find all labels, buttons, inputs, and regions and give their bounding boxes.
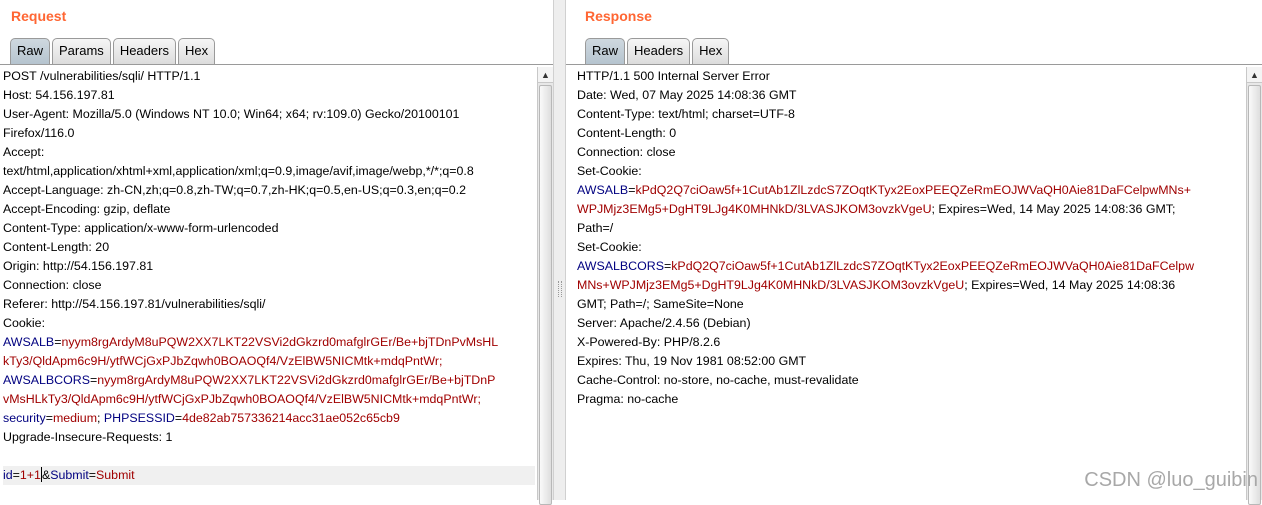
cookie-key: security (3, 411, 46, 425)
request-line: Host: 54.156.197.81 (3, 88, 115, 102)
request-line: Firefox/116.0 (3, 126, 75, 140)
request-tab-raw[interactable]: Raw (10, 38, 51, 64)
response-line: Pragma: no-cache (577, 392, 679, 406)
request-title: Request (11, 8, 67, 24)
cookie-key: AWSALB (3, 335, 55, 349)
cookie-line: security=medium; PHPSESSID=4de82ab757336… (3, 411, 400, 425)
response-tab-raw[interactable]: Raw (585, 38, 626, 64)
cookie-value: medium (52, 411, 98, 425)
cookie-value: kTy3/QldApm6c9H/ytfWCjGxPJbZqwh0BOAOQf4/… (3, 354, 443, 368)
request-scrollbar[interactable]: ▲ (537, 67, 553, 505)
response-line: Expires: Thu, 19 Nov 1981 08:52:00 GMT (577, 354, 807, 368)
response-line: X-Powered-By: PHP/8.2.6 (577, 335, 721, 349)
request-line: Accept-Language: zh-CN,zh;q=0.8,zh-TW;q=… (3, 183, 466, 197)
response-pane: Response Raw Headers Hex HTTP/1.1 500 In… (566, 0, 1262, 505)
set-cookie-line: AWSALBCORS=kPdQ2Q7ciOaw5f+1CutAb1ZlLzdcS… (577, 259, 1195, 273)
cookie-value: kPdQ2Q7ciOaw5f+1CutAb1ZlLzdcS7ZOqtKTyx2E… (671, 259, 1195, 273)
response-title: Response (585, 8, 652, 24)
response-line: HTTP/1.1 500 Internal Server Error (577, 69, 770, 83)
param-amp: & (41, 468, 51, 482)
scroll-up-icon[interactable]: ▲ (1247, 67, 1262, 83)
split-divider[interactable] (553, 0, 566, 500)
cookie-sep: ; (97, 411, 104, 425)
scroll-up-icon[interactable]: ▲ (538, 67, 553, 83)
param-value: Submit (96, 468, 135, 482)
cookie-value: kPdQ2Q7ciOaw5f+1CutAb1ZlLzdcS7ZOqtKTyx2E… (635, 183, 1191, 197)
response-tab-headers[interactable]: Headers (627, 38, 691, 64)
cookie-key: AWSALBCORS (577, 259, 664, 273)
param-value: 1+1 (19, 468, 41, 482)
request-tabbar: Raw Params Headers Hex (10, 38, 217, 64)
response-line: Cache-Control: no-store, no-cache, must-… (577, 373, 859, 387)
param-key: id (3, 468, 13, 482)
cookie-attrs: ; Expires=Wed, 14 May 2025 14:08:36 (964, 278, 1176, 292)
response-scrollbar[interactable]: ▲ (1246, 67, 1262, 505)
cookie-key: AWSALB (577, 183, 629, 197)
response-tab-hex[interactable]: Hex (692, 38, 730, 64)
request-line: Content-Length: 20 (3, 240, 110, 254)
set-cookie-line: AWSALB=kPdQ2Q7ciOaw5f+1CutAb1ZlLzdcS7ZOq… (577, 183, 1191, 197)
set-cookie-line: MNs+WPJMjz3EMg5+DgHT9LJg4K0MHNkD/3LVASJK… (577, 276, 1244, 295)
response-line: Set-Cookie: (577, 164, 642, 178)
request-line: Referer: http://54.156.197.81/vulnerabil… (3, 297, 266, 311)
cookie-attrs: ; Expires=Wed, 14 May 2025 14:08:36 GMT; (931, 202, 1176, 216)
cookie-value: WPJMjz3EMg5+DgHT9LJg4K0MHNkD/3LVASJKOM3o… (577, 202, 932, 216)
response-line: Server: Apache/2.4.56 (Debian) (577, 316, 751, 330)
watermark: CSDN @luo_guibin (1084, 469, 1258, 491)
request-tab-hex[interactable]: Hex (177, 38, 216, 64)
request-pane: Request Raw Params Headers Hex POST /vul… (0, 0, 553, 505)
scroll-thumb[interactable] (539, 85, 552, 505)
request-body-line[interactable]: id=1+1&Submit=Submit (3, 466, 535, 485)
cookie-key: PHPSESSID (103, 411, 175, 425)
cookie-line: vMsHLkTy3/QldApm6c9H/ytfWCjGxPJbZqwh0BOA… (3, 390, 535, 409)
request-editor[interactable]: POST /vulnerabilities/sqli/ HTTP/1.1 Hos… (3, 67, 535, 500)
param-key: Submit (50, 468, 89, 482)
request-line: User-Agent: Mozilla/5.0 (Windows NT 10.0… (3, 107, 460, 121)
set-cookie-line: WPJMjz3EMg5+DgHT9LJg4K0MHNkD/3LVASJKOM3o… (577, 200, 1244, 219)
request-line: Upgrade-Insecure-Requests: 1 (3, 430, 173, 444)
response-line: Content-Length: 0 (577, 126, 677, 140)
cookie-key: AWSALBCORS (3, 373, 90, 387)
cookie-value: nyym8rgArdyM8uPQW2XX7LKT22VSVi2dGkzrd0ma… (61, 335, 499, 349)
request-line: text/html,application/xhtml+xml,applicat… (3, 164, 474, 178)
response-line: GMT; Path=/; SameSite=None (577, 297, 744, 311)
response-tab-underline (566, 64, 1262, 65)
response-line: Content-Type: text/html; charset=UTF-8 (577, 107, 795, 121)
grip-icon (558, 281, 562, 297)
request-tab-underline (0, 64, 553, 65)
scroll-thumb[interactable] (1248, 85, 1261, 505)
request-line: Content-Type: application/x-www-form-url… (3, 221, 279, 235)
cookie-line: kTy3/QldApm6c9H/ytfWCjGxPJbZqwh0BOAOQf4/… (3, 352, 535, 371)
request-line: POST /vulnerabilities/sqli/ HTTP/1.1 (3, 69, 201, 83)
request-line: Accept-Encoding: gzip, deflate (3, 202, 171, 216)
request-line: Origin: http://54.156.197.81 (3, 259, 154, 273)
request-tab-headers[interactable]: Headers (112, 38, 176, 64)
response-line: Connection: close (577, 145, 676, 159)
cookie-value: vMsHLkTy3/QldApm6c9H/ytfWCjGxPJbZqwh0BOA… (3, 392, 481, 406)
request-line: Connection: close (3, 278, 102, 292)
request-tab-params[interactable]: Params (52, 38, 111, 64)
response-line: Set-Cookie: (577, 240, 642, 254)
response-line: Date: Wed, 07 May 2025 14:08:36 GMT (577, 88, 797, 102)
cookie-value: MNs+WPJMjz3EMg5+DgHT9LJg4K0MHNkD/3LVASJK… (577, 278, 965, 292)
cookie-line: AWSALBCORS=nyym8rgArdyM8uPQW2XX7LKT22VSV… (3, 371, 535, 390)
request-line: Cookie: (3, 316, 46, 330)
cookie-value: nyym8rgArdyM8uPQW2XX7LKT22VSVi2dGkzrd0ma… (97, 373, 496, 387)
response-editor[interactable]: HTTP/1.1 500 Internal Server Error Date:… (577, 67, 1244, 500)
response-line: Path=/ (577, 221, 614, 235)
response-tabbar: Raw Headers Hex (585, 38, 731, 64)
cookie-line: AWSALB=nyym8rgArdyM8uPQW2XX7LKT22VSVi2dG… (3, 333, 535, 352)
cookie-value: 4de82ab757336214acc31ae052c65cb9 (182, 411, 400, 425)
request-line: Accept: (3, 145, 45, 159)
